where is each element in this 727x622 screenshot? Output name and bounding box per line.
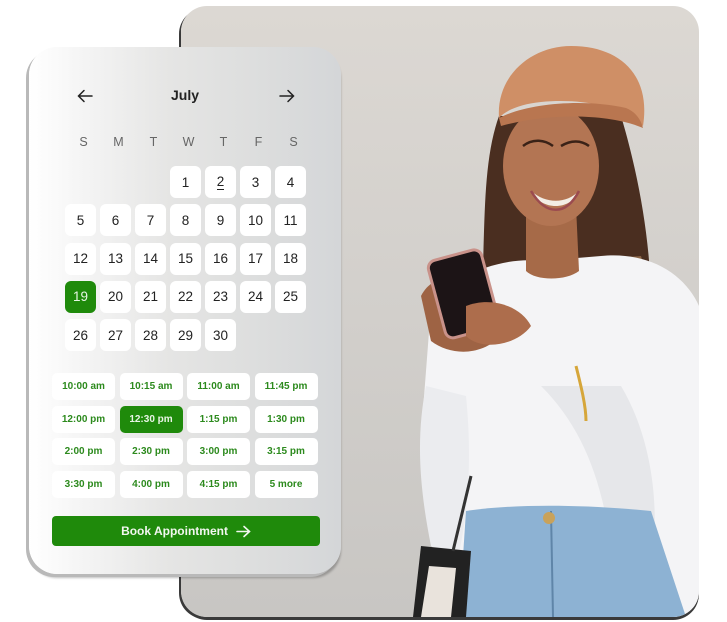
calendar-day-number: 10 — [247, 212, 264, 228]
arrow-right-icon — [279, 89, 295, 103]
time-slot[interactable]: 12:00 pm — [52, 405, 115, 433]
calendar-day[interactable]: 11 — [275, 204, 306, 237]
calendar-day-number: 27 — [107, 327, 124, 343]
calendar-day[interactable]: 24 — [240, 280, 271, 313]
calendar-day-number: 29 — [177, 327, 194, 343]
calendar-day[interactable]: 7 — [135, 204, 166, 237]
calendar-day[interactable]: 9 — [205, 204, 236, 237]
time-slot[interactable]: 1:30 pm — [254, 405, 318, 433]
calendar-day-selected[interactable]: 19 — [65, 280, 96, 313]
calendar-day-number: 14 — [142, 251, 159, 267]
calendar-day[interactable]: 16 — [205, 242, 236, 275]
time-slot[interactable]: 11:00 am — [187, 373, 250, 400]
calendar-day-number: 28 — [142, 327, 159, 343]
calendar-day[interactable]: 28 — [135, 319, 166, 352]
time-slot[interactable]: 4:00 pm — [119, 470, 183, 498]
calendar-day-number: 18 — [282, 251, 299, 267]
calendar-day[interactable]: 17 — [240, 242, 271, 275]
booking-calendar-card: July S M T W T F S 1 2 3 4 5 6 7 8 9 10 11 12 13 14 15… — [29, 47, 341, 574]
calendar-day-number: 17 — [247, 251, 264, 267]
calendar-day[interactable]: 13 — [100, 242, 131, 275]
calendar-header: July — [29, 85, 341, 105]
calendar-day[interactable]: 12 — [65, 242, 96, 275]
weekday-header: S M T W T F S — [66, 135, 311, 149]
calendar-day-number: 3 — [251, 174, 260, 190]
time-slot[interactable]: 3:30 pm — [52, 470, 115, 498]
calendar-day-number: 1 — [181, 174, 190, 190]
calendar-day-number: 4 — [286, 174, 295, 190]
calendar-day[interactable]: 2 — [205, 166, 236, 198]
calendar-day-number: 16 — [212, 251, 229, 267]
weekday-label: S — [289, 135, 298, 149]
calendar-day[interactable]: 6 — [100, 204, 131, 237]
calendar-day-number: 7 — [146, 212, 155, 228]
calendar-day-number: 2 — [216, 173, 225, 190]
calendar-day[interactable]: 4 — [275, 166, 306, 198]
calendar-day-number: 15 — [177, 251, 194, 267]
calendar-day-number: 8 — [181, 212, 190, 228]
weekday-label: S — [79, 135, 88, 149]
calendar-day-number: 5 — [76, 212, 85, 228]
calendar-day-number: 9 — [216, 212, 225, 228]
time-slot[interactable]: 4:15 pm — [187, 470, 250, 498]
calendar-day[interactable]: 20 — [100, 280, 131, 313]
calendar-day[interactable]: 22 — [170, 280, 201, 313]
next-month-button[interactable] — [275, 85, 299, 107]
calendar-day-number: 19 — [72, 289, 89, 305]
calendar-day[interactable]: 8 — [170, 204, 201, 237]
time-slot[interactable]: 3:15 pm — [254, 438, 318, 465]
weekday-label: T — [219, 135, 228, 149]
more-times-button[interactable]: 5 more — [254, 470, 318, 498]
calendar-day-number: 30 — [212, 327, 229, 343]
book-appointment-button[interactable]: Book Appointment — [52, 516, 320, 546]
calendar-day-number: 22 — [177, 289, 194, 305]
calendar-day-number: 6 — [111, 212, 120, 228]
calendar-day[interactable]: 21 — [135, 280, 166, 313]
weekday-label: T — [149, 135, 158, 149]
weekday-label: W — [182, 135, 195, 149]
time-slot-selected[interactable]: 12:30 pm — [119, 405, 183, 433]
calendar-day-number: 20 — [107, 289, 124, 305]
calendar-day-number: 23 — [212, 289, 229, 305]
book-appointment-label: Book Appointment — [121, 524, 228, 538]
calendar-day[interactable]: 15 — [170, 242, 201, 275]
calendar-day-number: 11 — [283, 212, 298, 228]
weekday-label: F — [254, 135, 263, 149]
calendar-day[interactable]: 14 — [135, 242, 166, 275]
calendar-day[interactable]: 27 — [100, 319, 131, 352]
calendar-day-number: 26 — [72, 327, 89, 343]
calendar-day[interactable]: 3 — [240, 166, 271, 198]
arrow-right-icon — [236, 525, 251, 537]
calendar-day[interactable]: 26 — [65, 319, 96, 352]
weekday-label: M — [113, 135, 124, 149]
time-slot[interactable]: 1:15 pm — [187, 405, 250, 433]
time-slot[interactable]: 2:30 pm — [119, 438, 183, 465]
calendar-day[interactable]: 1 — [170, 166, 201, 198]
calendar-day[interactable]: 23 — [205, 280, 236, 313]
calendar-day[interactable]: 30 — [205, 319, 236, 352]
calendar-day-number: 21 — [142, 289, 159, 305]
calendar-day[interactable]: 29 — [170, 319, 201, 352]
calendar-day-number: 24 — [247, 289, 264, 305]
calendar-day[interactable]: 5 — [65, 204, 96, 237]
time-slot[interactable]: 3:00 pm — [187, 438, 250, 465]
time-slot[interactable]: 2:00 pm — [52, 438, 115, 465]
time-slot[interactable]: 11:45 pm — [254, 373, 318, 400]
time-slot[interactable]: 10:15 am — [119, 373, 183, 400]
calendar-day[interactable]: 18 — [275, 242, 306, 275]
calendar-day-number: 13 — [107, 251, 124, 267]
time-slot[interactable]: 10:00 am — [52, 373, 115, 400]
calendar-day-number: 25 — [282, 289, 299, 305]
calendar-day-number: 12 — [72, 251, 89, 267]
calendar-day[interactable]: 10 — [240, 204, 271, 237]
calendar-day[interactable]: 25 — [275, 280, 306, 313]
